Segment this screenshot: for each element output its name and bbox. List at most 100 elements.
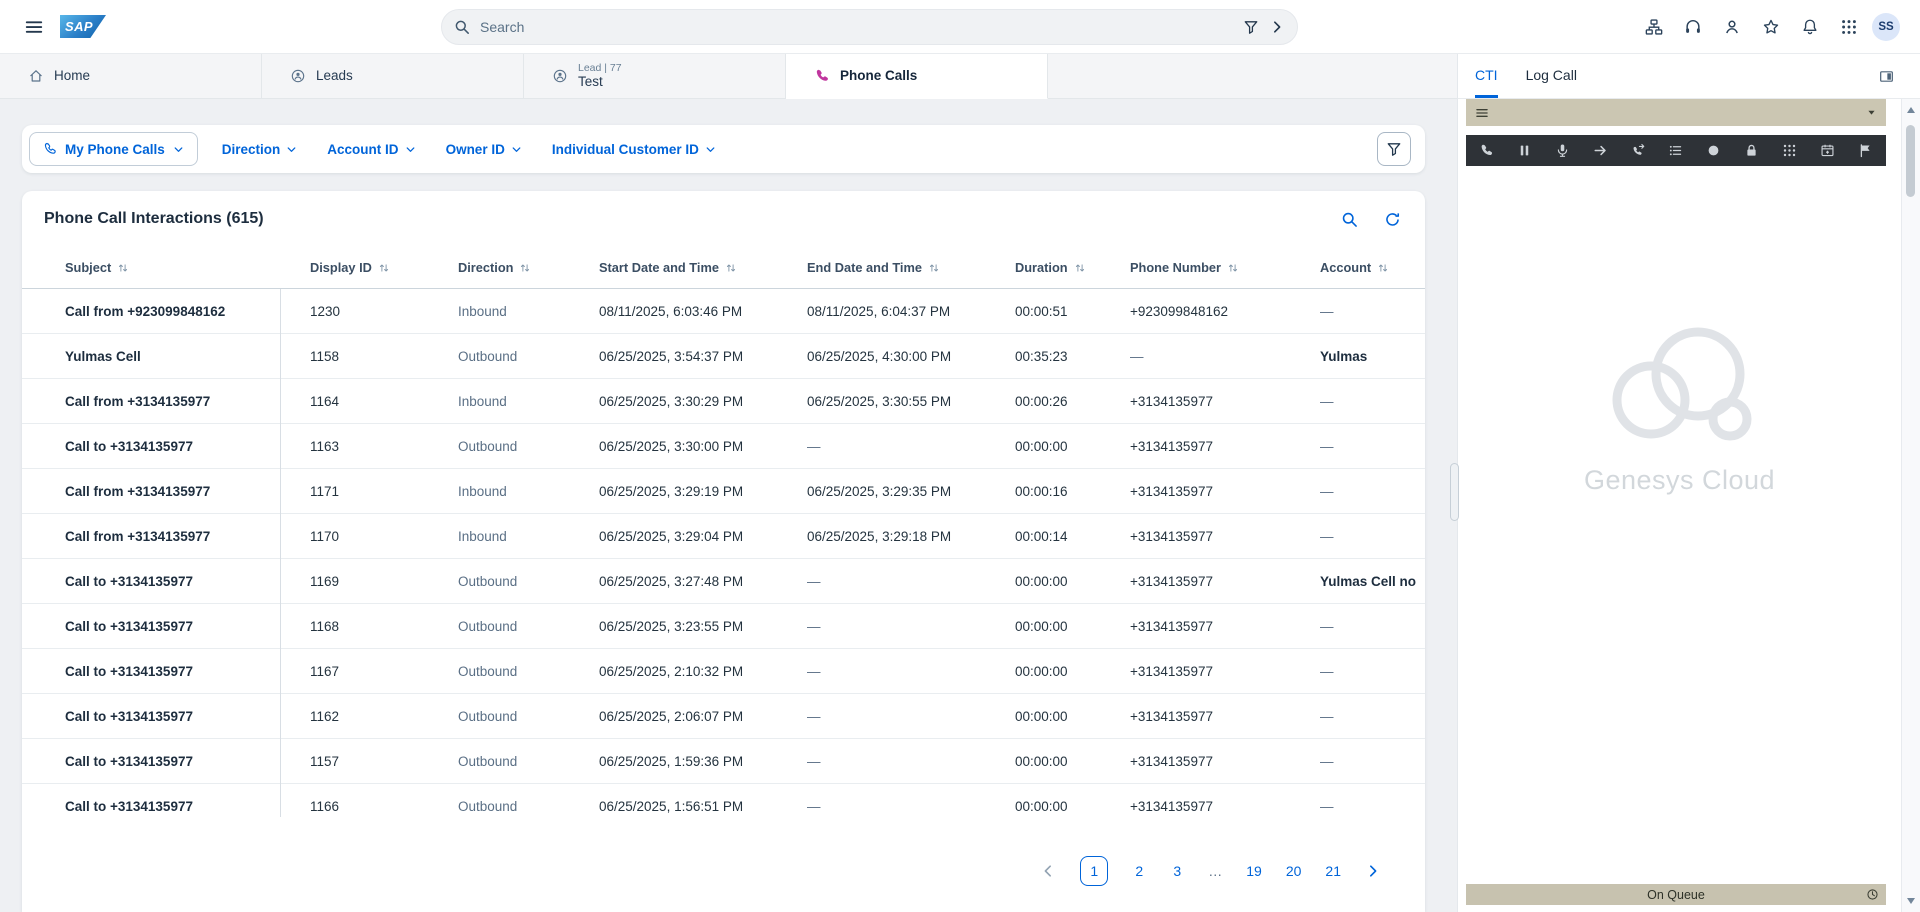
table-row[interactable]: Call to +3134135977 1166 Outbound 06/25/202… <box>22 784 1425 817</box>
cell-subject[interactable]: Call to +3134135977 <box>65 619 310 634</box>
search-filter-icon[interactable] <box>1243 19 1259 35</box>
scroll-up-icon[interactable] <box>1907 107 1915 113</box>
microphone-icon[interactable] <box>1555 143 1570 158</box>
page-scrollbar[interactable] <box>1901 99 1920 912</box>
filter-owner-id[interactable]: Owner ID <box>446 142 522 157</box>
page-2[interactable]: 2 <box>1132 863 1146 879</box>
global-search[interactable] <box>441 9 1298 45</box>
cell-subject[interactable]: Call from +3134135977 <box>65 394 310 409</box>
table-row[interactable]: Call to +3134135977 1168 Outbound 06/25/202… <box>22 604 1425 649</box>
sort-icon <box>1074 262 1086 274</box>
pagination-prev-icon[interactable] <box>1040 863 1056 879</box>
org-chart-icon[interactable] <box>1645 18 1663 36</box>
column-header-end-date-and-time[interactable]: End Date and Time <box>807 260 1015 275</box>
status-bar[interactable]: On Queue <box>1466 884 1886 905</box>
sort-icon <box>519 262 531 274</box>
tab-phone-calls[interactable]: Phone Calls <box>786 54 1048 99</box>
list-search-icon[interactable] <box>1341 211 1358 228</box>
record-icon[interactable] <box>1706 143 1721 158</box>
phone-icon[interactable] <box>1479 143 1494 158</box>
schedule-callback-icon[interactable] <box>1820 143 1835 158</box>
cell-subject[interactable]: Call to +3134135977 <box>65 799 310 814</box>
table-row[interactable]: Call to +3134135977 1162 Outbound 06/25/202… <box>22 694 1425 739</box>
page-19[interactable]: 19 <box>1246 863 1262 879</box>
table-row[interactable]: Call from +3134135977 1164 Inbound 06/25/20… <box>22 379 1425 424</box>
app-launcher-icon[interactable] <box>1840 18 1858 36</box>
adapt-filters-button[interactable] <box>1377 132 1411 166</box>
notifications-icon[interactable] <box>1801 18 1819 36</box>
table-row[interactable]: Call to +3134135977 1163 Outbound 06/25/202… <box>22 424 1425 469</box>
table-row[interactable]: Call from +3134135977 1170 Inbound 06/25/20… <box>22 514 1425 559</box>
cell-duration: 00:00:00 <box>1015 708 1068 724</box>
cell-subject[interactable]: Call to +3134135977 <box>65 664 310 679</box>
cell-duration: 00:00:00 <box>1015 438 1068 454</box>
filter-individual-customer-id[interactable]: Individual Customer ID <box>552 142 716 157</box>
column-header-account[interactable]: Account <box>1320 260 1407 275</box>
dialpad-icon[interactable] <box>1782 143 1797 158</box>
column-header-display-id[interactable]: Display ID <box>310 260 458 275</box>
table-row[interactable]: Yulmas Cell 1158 Outbound 06/25/2025, 3:54:… <box>22 334 1425 379</box>
pagination-next-icon[interactable] <box>1365 863 1381 879</box>
table-row[interactable]: Call to +3134135977 1169 Outbound 06/25/202… <box>22 559 1425 604</box>
page-1[interactable]: 1 <box>1080 856 1109 886</box>
cell-subject[interactable]: Call from +923099848162 <box>65 304 310 319</box>
cell-subject[interactable]: Call from +3134135977 <box>65 484 310 499</box>
tab-leads[interactable]: Leads <box>262 54 524 99</box>
filter-direction[interactable]: Direction <box>222 142 298 157</box>
lock-icon[interactable] <box>1744 143 1759 158</box>
phone-transfer-icon[interactable] <box>1631 143 1646 158</box>
cell-start-date-and-time: 06/25/2025, 3:29:19 PM <box>599 483 744 499</box>
sap-logo[interactable]: SAP <box>60 15 106 38</box>
search-input[interactable] <box>480 19 1233 35</box>
flag-icon[interactable] <box>1858 143 1873 158</box>
page-21[interactable]: 21 <box>1325 863 1341 879</box>
panel-resize-handle[interactable] <box>1450 463 1459 521</box>
dock-panel-icon[interactable] <box>1879 69 1894 84</box>
cti-menu-icon[interactable] <box>1475 106 1489 120</box>
cell-subject[interactable]: Call to +3134135977 <box>65 439 310 454</box>
search-expand-icon[interactable] <box>1269 19 1285 35</box>
topbar-actions <box>1645 18 1858 36</box>
favorites-icon[interactable] <box>1762 18 1780 36</box>
forward-icon[interactable] <box>1593 143 1608 158</box>
page-3[interactable]: 3 <box>1170 863 1184 879</box>
cell-subject[interactable]: Yulmas Cell <box>65 349 310 364</box>
pagination-ellipsis: … <box>1208 863 1223 879</box>
genesys-watermark: Genesys Cloud <box>1458 321 1901 496</box>
avatar[interactable]: SS <box>1872 13 1900 41</box>
scrollbar-thumb[interactable] <box>1906 125 1915 197</box>
cti-tab-cti[interactable]: CTI <box>1475 54 1498 98</box>
genesys-cloud-icon <box>1612 327 1751 441</box>
menu-icon[interactable] <box>24 17 44 37</box>
cell-direction: Inbound <box>458 303 507 319</box>
cell-end-date-and-time: — <box>807 798 821 814</box>
column-header-phone-number[interactable]: Phone Number <box>1130 260 1320 275</box>
table-row[interactable]: Call from +923099848162 1230 Inbound 08/11/… <box>22 289 1425 334</box>
table-row[interactable]: Call to +3134135977 1157 Outbound 06/25/202… <box>22 739 1425 784</box>
page-20[interactable]: 20 <box>1286 863 1302 879</box>
table-row[interactable]: Call from +3134135977 1171 Inbound 06/25/20… <box>22 469 1425 514</box>
scroll-down-icon[interactable] <box>1907 898 1915 904</box>
filter-account-id[interactable]: Account ID <box>327 142 415 157</box>
cti-tab-log-call[interactable]: Log Call <box>1526 54 1577 98</box>
pause-icon[interactable] <box>1517 143 1532 158</box>
tab-test[interactable]: Lead | 77 Test <box>524 54 786 99</box>
user-feedback-icon[interactable] <box>1723 18 1741 36</box>
cell-subject[interactable]: Call to +3134135977 <box>65 574 310 589</box>
column-header-subject[interactable]: Subject <box>65 260 310 275</box>
cell-subject[interactable]: Call to +3134135977 <box>65 754 310 769</box>
cell-subject[interactable]: Call to +3134135977 <box>65 709 310 724</box>
table-row[interactable]: Call to +3134135977 1167 Outbound 06/25/202… <box>22 649 1425 694</box>
tab-home[interactable]: Home <box>0 54 262 99</box>
call-list-icon[interactable] <box>1668 143 1683 158</box>
cti-dropdown-icon[interactable] <box>1866 107 1877 118</box>
cell-end-date-and-time: 06/25/2025, 3:29:18 PM <box>807 528 952 544</box>
refresh-icon[interactable] <box>1384 211 1401 228</box>
headset-icon[interactable] <box>1684 18 1702 36</box>
column-header-direction[interactable]: Direction <box>458 260 599 275</box>
column-header-duration[interactable]: Duration <box>1015 260 1130 275</box>
cell-subject[interactable]: Call from +3134135977 <box>65 529 310 544</box>
column-header-start-date-and-time[interactable]: Start Date and Time <box>599 260 807 275</box>
cell-end-date-and-time: — <box>807 663 821 679</box>
my-phone-calls-select[interactable]: My Phone Calls <box>29 132 198 166</box>
